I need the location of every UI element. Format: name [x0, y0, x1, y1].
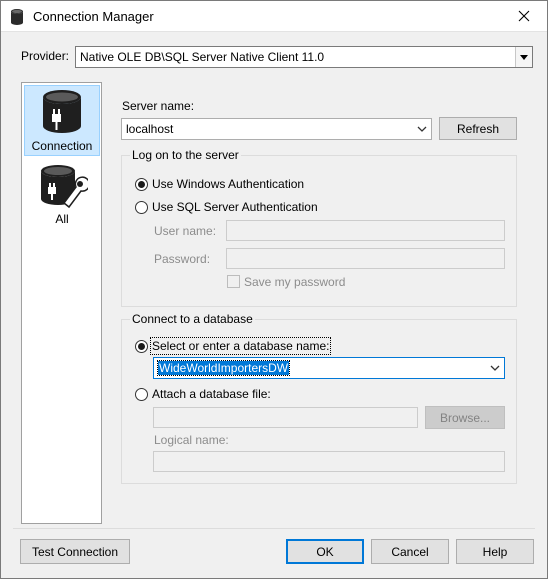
database-name-combobox[interactable]: WideWorldImportersDW — [153, 357, 505, 379]
database-icon — [11, 9, 23, 25]
ok-button[interactable]: OK — [286, 539, 364, 564]
password-input[interactable] — [226, 248, 505, 269]
sidebar-item-label: Connection — [31, 139, 93, 153]
test-connection-button[interactable]: Test Connection — [20, 539, 130, 564]
footer-divider — [13, 528, 535, 529]
database-group-title: Connect to a database — [130, 312, 255, 326]
refresh-button[interactable]: Refresh — [439, 117, 517, 140]
user-name-label: User name: — [154, 224, 217, 238]
windows-auth-radio[interactable] — [135, 178, 148, 191]
save-password-checkbox[interactable] — [227, 275, 240, 288]
sidebar-item-connection[interactable]: Connection — [24, 85, 100, 156]
database-name-value: WideWorldImportersDW — [156, 360, 291, 376]
provider-dropdown[interactable]: Native OLE DB\SQL Server Native Client 1… — [75, 46, 533, 68]
chevron-down-icon[interactable] — [413, 119, 431, 139]
browse-button[interactable]: Browse... — [425, 406, 505, 429]
provider-value: Native OLE DB\SQL Server Native Client 1… — [80, 50, 325, 64]
database-wrench-icon — [41, 165, 88, 209]
sidebar-item-label: All — [55, 212, 69, 226]
help-button[interactable]: Help — [456, 539, 534, 564]
select-database-radio[interactable] — [135, 340, 148, 353]
attach-file-radio[interactable] — [135, 388, 148, 401]
windows-auth-label[interactable]: Use Windows Authentication — [152, 177, 304, 191]
cancel-button[interactable]: Cancel — [371, 539, 449, 564]
database-file-input[interactable] — [153, 407, 418, 428]
server-name-label: Server name: — [122, 99, 195, 113]
connection-manager-dialog: Connection Manager Provider: Native OLE … — [0, 0, 548, 579]
sql-auth-label[interactable]: Use SQL Server Authentication — [152, 200, 318, 214]
logon-group-title: Log on to the server — [130, 148, 241, 162]
user-name-input[interactable] — [226, 220, 505, 241]
server-name-value: localhost — [126, 122, 174, 136]
logical-name-input[interactable] — [153, 451, 505, 472]
close-icon — [518, 10, 530, 22]
window-title: Connection Manager — [33, 9, 154, 24]
attach-file-label[interactable]: Attach a database file: — [152, 387, 271, 401]
select-database-label[interactable]: Select or enter a database name: — [149, 337, 332, 355]
title-bar[interactable]: Connection Manager — [1, 1, 547, 32]
provider-label: Provider: — [21, 49, 70, 63]
password-label: Password: — [154, 252, 211, 266]
server-name-combobox[interactable]: localhost — [121, 118, 432, 140]
sidebar-item-all[interactable]: All — [24, 163, 100, 229]
chevron-down-icon[interactable] — [486, 358, 504, 378]
page-sidebar: Connection All — [21, 82, 102, 524]
save-password-label[interactable]: Save my password — [244, 275, 345, 289]
sql-auth-radio[interactable] — [135, 201, 148, 214]
logical-name-label: Logical name: — [154, 433, 229, 447]
database-plug-icon — [43, 90, 81, 133]
close-button[interactable] — [501, 1, 547, 31]
chevron-down-icon — [515, 47, 532, 67]
